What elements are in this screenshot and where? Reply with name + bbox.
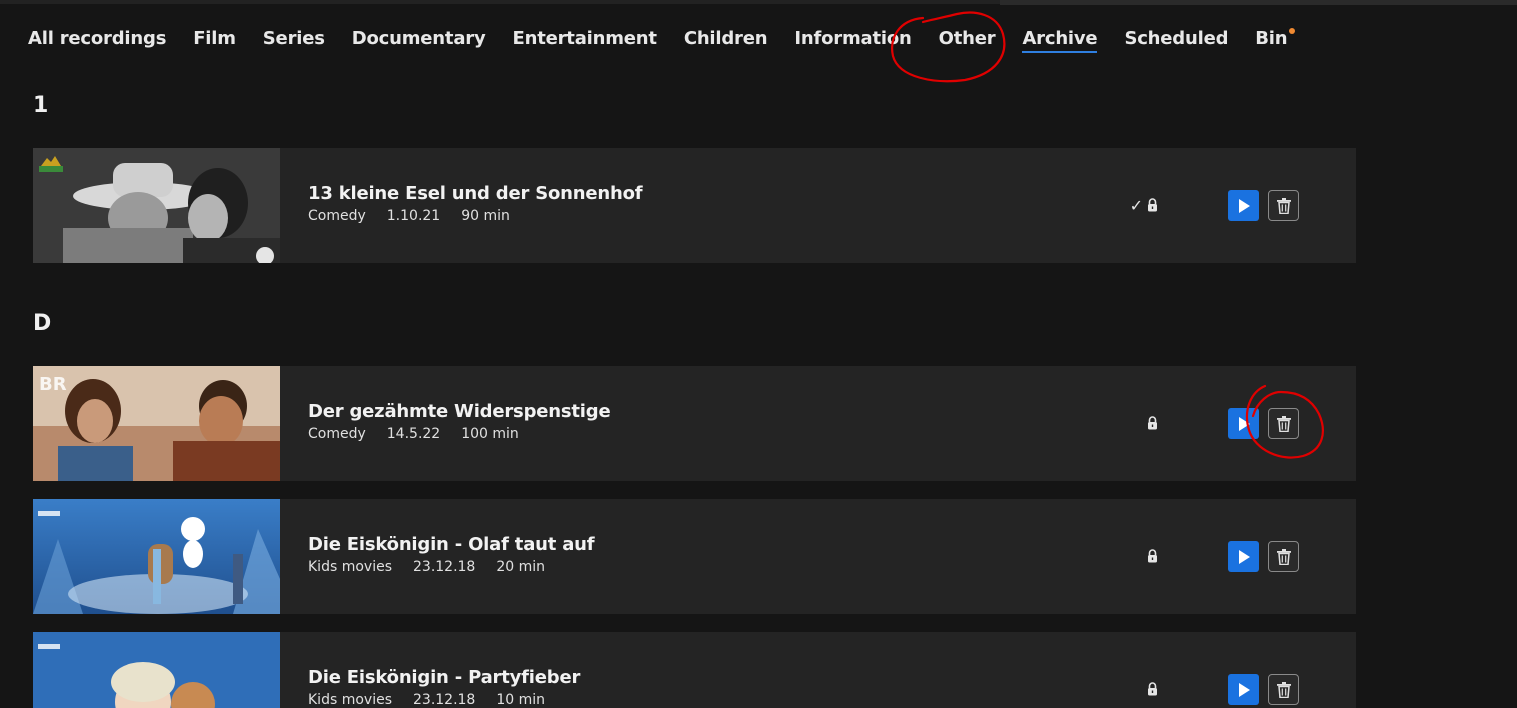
tab-children[interactable]: Children [684, 28, 768, 49]
lock-icon [1148, 416, 1157, 430]
trash-icon [1276, 681, 1291, 698]
recording-status [1118, 679, 1158, 699]
top-border-right [1000, 0, 1517, 5]
recording-duration: 100 min [461, 426, 519, 442]
delete-button[interactable] [1268, 674, 1299, 705]
recording-genre: Kids movies [308, 692, 392, 708]
recording-title[interactable]: Die Eiskönigin - Olaf taut auf [308, 534, 595, 555]
play-button[interactable] [1228, 190, 1259, 221]
tab-series[interactable]: Series [263, 28, 325, 49]
recording-genre: Comedy [308, 208, 366, 224]
tab-other[interactable]: Other [939, 28, 996, 49]
group-heading: 1 [33, 93, 49, 118]
play-button[interactable] [1228, 408, 1259, 439]
recording-thumbnail [33, 499, 280, 614]
recording-row[interactable]: Die Eiskönigin - Olaf taut auf Kids movi… [33, 499, 1356, 614]
tab-bin-label: Bin [1255, 27, 1288, 49]
play-icon [1238, 416, 1250, 431]
group-heading: D [33, 311, 52, 336]
recording-date: 1.10.21 [386, 208, 441, 224]
recording-duration: 20 min [496, 559, 546, 575]
tab-bin[interactable]: Bin [1255, 27, 1296, 49]
tab-scheduled[interactable]: Scheduled [1124, 28, 1228, 49]
recording-row[interactable]: Die Eiskönigin - Partyfieber Kids movies… [33, 632, 1356, 708]
recording-thumbnail [33, 632, 280, 708]
trash-icon [1276, 197, 1291, 214]
recording-status [1118, 413, 1158, 433]
play-icon [1238, 682, 1250, 697]
tab-documentary[interactable]: Documentary [352, 28, 486, 49]
lock-icon [1148, 682, 1157, 696]
recording-genre: Comedy [308, 426, 366, 442]
recording-duration: 90 min [461, 208, 510, 224]
check-icon: ✓ [1129, 195, 1143, 215]
play-button[interactable] [1228, 674, 1259, 705]
recording-meta: Kids movies 23.12.18 20 min [308, 559, 566, 575]
recording-thumbnail: BR [33, 366, 280, 481]
recording-date: 14.5.22 [386, 426, 441, 442]
recording-row[interactable]: BR Der gezähmte Widerspenstige Comedy 14… [33, 366, 1356, 481]
lock-icon [1148, 198, 1157, 212]
recording-row[interactable]: 13 kleine Esel und der Sonnenhof Comedy … [33, 148, 1356, 263]
delete-button[interactable] [1268, 408, 1299, 439]
svg-text:BR: BR [39, 374, 67, 395]
recording-thumbnail [33, 148, 280, 263]
lock-icon [1148, 549, 1157, 563]
play-icon [1238, 198, 1250, 213]
recording-title[interactable]: 13 kleine Esel und der Sonnenhof [308, 183, 643, 204]
tab-information[interactable]: Information [794, 28, 911, 49]
recording-date: 23.12.18 [413, 692, 476, 708]
recording-meta: Comedy 14.5.22 100 min [308, 426, 540, 442]
tab-film[interactable]: Film [193, 28, 236, 49]
category-tabs: All recordings Film Series Documentary E… [28, 24, 1314, 53]
recording-genre: Kids movies [308, 559, 392, 575]
recording-status [1118, 546, 1158, 566]
recording-meta: Comedy 1.10.21 90 min [308, 208, 531, 224]
tab-archive[interactable]: Archive [1022, 28, 1098, 53]
recording-duration: 10 min [496, 692, 546, 708]
recording-title[interactable]: Die Eiskönigin - Partyfieber [308, 667, 580, 688]
delete-button[interactable] [1268, 541, 1299, 572]
recording-status: ✓ [1118, 195, 1158, 215]
notification-dot [1289, 27, 1296, 34]
trash-icon [1276, 548, 1291, 565]
tab-entertainment[interactable]: Entertainment [512, 28, 657, 49]
trash-icon [1276, 415, 1291, 432]
delete-button[interactable] [1268, 190, 1299, 221]
recording-date: 23.12.18 [413, 559, 476, 575]
tab-all-recordings[interactable]: All recordings [28, 28, 166, 49]
play-icon [1238, 549, 1250, 564]
recording-title[interactable]: Der gezähmte Widerspenstige [308, 401, 611, 422]
recording-meta: Kids movies 23.12.18 10 min [308, 692, 566, 708]
play-button[interactable] [1228, 541, 1259, 572]
